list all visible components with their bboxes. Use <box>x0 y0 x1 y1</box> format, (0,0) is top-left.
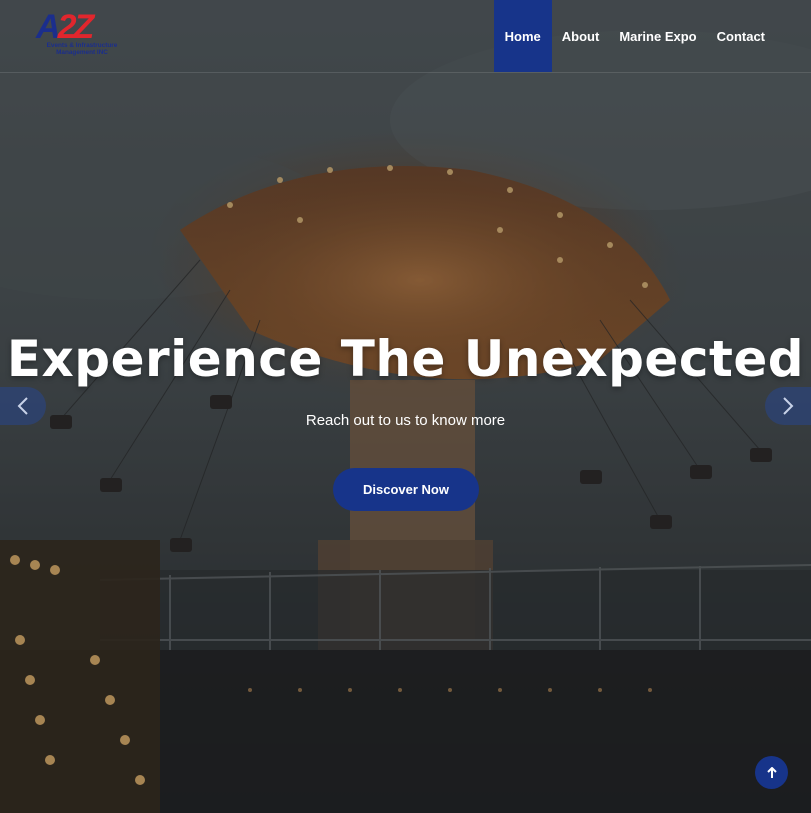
navbar: A2Z Events & Infrastructure Management I… <box>0 0 811 73</box>
carousel-prev-button[interactable] <box>0 387 46 425</box>
logo[interactable]: A2Z Events & Infrastructure Management I… <box>36 10 128 60</box>
hero-section: A2Z Events & Infrastructure Management I… <box>0 0 811 813</box>
chevron-left-icon <box>17 397 28 415</box>
logo-mark: A2Z <box>36 10 128 44</box>
logo-letter-2: 2 <box>57 8 77 46</box>
carousel-next-button[interactable] <box>765 387 811 425</box>
chevron-right-icon <box>783 397 794 415</box>
nav-item-home[interactable]: Home <box>493 0 552 72</box>
hero-subtitle: Reach out to us to know more <box>305 412 506 429</box>
nav-menu: Home About Marine Expo Contact <box>493 0 775 72</box>
logo-tagline-2: Management INC <box>56 49 108 56</box>
logo-tagline-1: Events & Infrastructure <box>46 42 118 49</box>
nav-item-marine-expo[interactable]: Marine Expo <box>609 0 706 72</box>
nav-item-contact[interactable]: Contact <box>707 0 775 72</box>
hero-title: Experience The Unexpected <box>6 330 805 388</box>
discover-now-button[interactable]: Discover Now <box>333 468 479 511</box>
logo-letter-a: A <box>36 8 61 46</box>
nav-item-about[interactable]: About <box>552 0 610 72</box>
hero-overlay <box>0 0 811 813</box>
scroll-to-top-button[interactable] <box>755 756 788 789</box>
logo-letter-z: Z <box>73 8 94 46</box>
arrow-up-icon <box>766 766 777 778</box>
